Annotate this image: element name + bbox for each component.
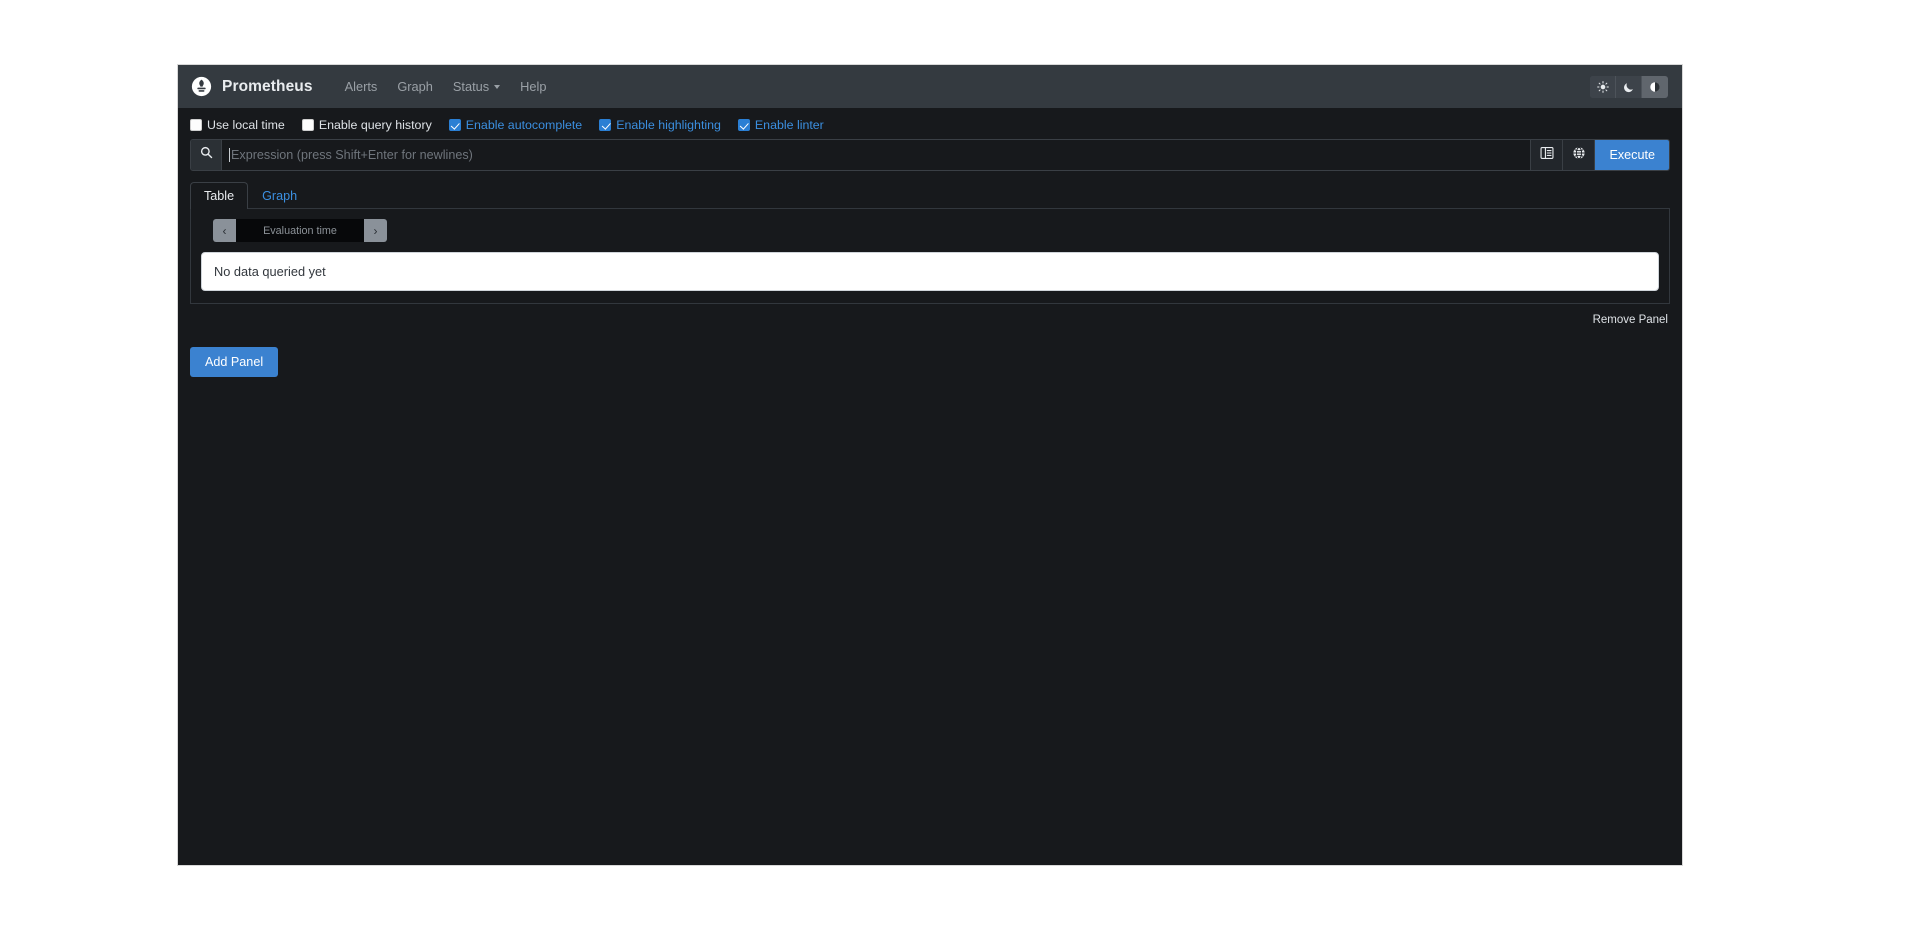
nav-link-help-label: Help [520,79,547,94]
checkbox-enable-autocomplete-box[interactable] [448,119,461,131]
chevron-down-icon [494,85,501,89]
prometheus-logo-icon [191,76,212,97]
execute-button[interactable]: Execute [1595,140,1669,170]
checkbox-use-local-time-label: Use local time [207,118,285,132]
settings-row: Use local time Enable query history Enab… [178,108,1682,139]
checkbox-enable-autocomplete[interactable]: Enable autocomplete [448,118,583,132]
checkbox-enable-linter-box[interactable] [737,119,750,131]
checkbox-enable-linter-label: Enable linter [754,118,824,132]
checkbox-enable-query-history-box[interactable] [301,119,314,131]
add-panel-row: Add Panel [190,347,1670,377]
expression-input-placeholder: Expression (press Shift+Enter for newlin… [231,148,473,162]
checkbox-enable-highlighting-label: Enable highlighting [616,118,721,132]
navbar: Prometheus Alerts Graph Status Help [178,65,1682,108]
nav-link-help[interactable]: Help [510,73,556,100]
theme-toggle-group [1590,75,1668,98]
brand-title: Prometheus [222,77,313,95]
brand[interactable]: Prometheus [186,76,313,97]
tab-table[interactable]: Table [190,182,249,209]
metrics-explorer-button[interactable] [1531,140,1564,170]
checkbox-use-local-time[interactable]: Use local time [190,118,285,132]
text-cursor [229,148,230,162]
search-button[interactable] [191,140,222,170]
panel-tabs: Table Graph [190,181,1670,209]
checkbox-enable-linter[interactable]: Enable linter [737,118,824,132]
evaluation-time-prev-button[interactable]: ‹ [213,219,236,242]
theme-auto-button[interactable] [1642,75,1668,98]
time-globe-button[interactable] [1563,140,1596,170]
checkbox-enable-query-history-label: Enable query history [318,118,432,132]
metrics-explorer-icon [1540,146,1554,165]
no-data-alert: No data queried yet [201,252,1659,291]
nav-link-alerts[interactable]: Alerts [335,73,388,100]
checkbox-enable-highlighting[interactable]: Enable highlighting [599,118,721,132]
nav-link-status[interactable]: Status [443,73,510,100]
half-circle-icon [1649,81,1661,93]
nav-link-alerts-label: Alerts [344,79,378,94]
nav-link-graph[interactable]: Graph [387,73,443,100]
sun-icon [1596,80,1609,93]
remove-panel-row: Remove Panel [190,311,1670,329]
globe-icon [1572,146,1586,165]
remove-panel-button[interactable]: Remove Panel [1591,311,1670,329]
nav-link-status-label: Status [452,79,490,94]
moon-icon [1623,81,1635,93]
tab-graph[interactable]: Graph [248,182,311,209]
nav-link-graph-label: Graph [397,79,433,94]
checkbox-enable-highlighting-box[interactable] [599,119,612,131]
theme-light-button[interactable] [1590,75,1616,98]
browser-window: Prometheus Alerts Graph Status Help Use … [177,64,1683,866]
add-panel-button[interactable]: Add Panel [190,347,279,377]
checkbox-use-local-time-box[interactable] [190,119,202,131]
theme-dark-button[interactable] [1616,75,1642,98]
expression-input[interactable]: Expression (press Shift+Enter for newlin… [222,140,1532,170]
checkbox-enable-query-history[interactable]: Enable query history [301,118,432,132]
checkbox-enable-autocomplete-label: Enable autocomplete [465,118,583,132]
expression-input-group: Expression (press Shift+Enter for newlin… [190,139,1670,171]
evaluation-time-next-button[interactable]: › [364,219,387,242]
evaluation-time-group: ‹ › [213,219,387,242]
nav-links: Alerts Graph Status Help [335,73,557,100]
evaluation-time-input[interactable] [236,219,364,242]
search-icon [200,146,213,164]
panel-body: ‹ › No data queried yet [190,209,1670,304]
